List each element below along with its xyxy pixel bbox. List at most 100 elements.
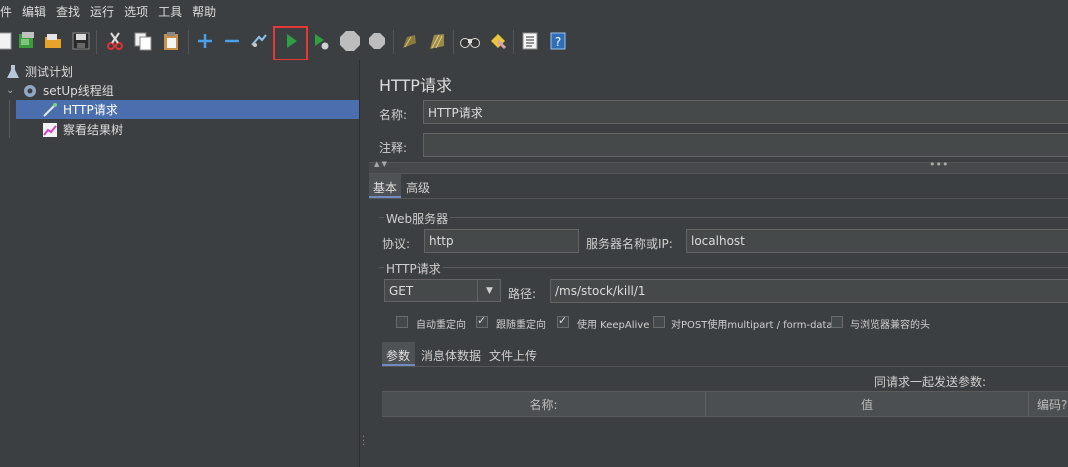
menu-search[interactable]: 查找 [51, 0, 85, 24]
tree-item-setup-thread-group[interactable]: ⌄ setUp线程组 [6, 81, 114, 100]
subtab-parameters[interactable]: 参数 [382, 342, 415, 366]
browser-compatible-headers-label: 与浏览器兼容的头 [850, 320, 930, 331]
keepalive-checkbox[interactable] [557, 314, 569, 328]
tree-item-label: setUp线程组 [43, 84, 114, 98]
gear-icon [22, 83, 38, 99]
multipart-checkbox[interactable] [653, 316, 665, 328]
browser-compatible-headers-checkbox[interactable] [831, 316, 843, 328]
tree-item-view-results-tree[interactable]: 察看结果树 [42, 120, 123, 139]
menu-run[interactable]: 运行 [85, 0, 119, 24]
method-dropdown-button[interactable]: ▼ [477, 279, 501, 302]
subtab-body-data-label: 消息体数据 [421, 349, 482, 363]
menu-options[interactable]: 选项 [119, 0, 153, 24]
auto-redirect-label: 自动重定向 [416, 320, 466, 331]
toolbar-separator [513, 30, 514, 54]
subtab-underline [382, 366, 1068, 367]
toolbar: ? [0, 24, 1068, 61]
toolbar-separator [188, 30, 189, 54]
name-label: 名称: [379, 108, 408, 122]
method-value: GET [389, 283, 414, 298]
clear-icon[interactable] [398, 30, 420, 52]
menu-file[interactable]: 件 [0, 0, 17, 24]
templates-icon[interactable] [16, 30, 38, 52]
tab-advanced[interactable]: 高级 [401, 174, 433, 198]
menu-bar: 件 编辑 查找 运行 选项 工具 帮助 [0, 0, 1068, 24]
server-value: localhost [691, 234, 745, 248]
path-input[interactable]: /ms/stock/kill/1 [550, 279, 1068, 303]
cut-icon[interactable] [104, 30, 126, 52]
chevron-down-icon[interactable]: ⌄ [6, 85, 18, 96]
menu-tools[interactable]: 工具 [153, 0, 187, 24]
send-params-label: 同请求一起发送参数: [874, 375, 987, 389]
follow-redirects-checkbox[interactable] [476, 314, 488, 328]
params-table-header: 名称: 值 编码? [382, 391, 1068, 417]
http-request-group [379, 267, 1068, 268]
help-icon[interactable]: ? [547, 30, 569, 52]
new-icon[interactable] [0, 30, 16, 52]
tab-underline [369, 198, 1068, 199]
search-icon[interactable] [459, 30, 481, 52]
name-value: HTTP请求 [428, 105, 483, 120]
pipette-icon [42, 102, 58, 118]
path-value: /ms/stock/kill/1 [555, 284, 646, 298]
tree-item-label: 测试计划 [25, 65, 74, 79]
start-icon[interactable] [280, 30, 302, 52]
expand-icon[interactable] [194, 30, 216, 52]
svg-text:?: ? [555, 35, 561, 49]
start-no-pauses-icon[interactable] [310, 30, 332, 52]
function-helper-icon[interactable] [519, 30, 541, 52]
chevron-down-icon: ▼ [486, 285, 493, 296]
stop-icon[interactable] [337, 30, 363, 52]
flask-icon [6, 64, 20, 80]
column-header-name-label: 名称: [529, 397, 558, 412]
clear-all-icon[interactable] [426, 30, 448, 52]
more-icon[interactable]: ••• [929, 158, 948, 171]
column-header-value-label: 值 [860, 397, 873, 412]
protocol-label: 协议: [382, 237, 411, 251]
column-header-encode[interactable]: 编码? [1029, 392, 1068, 416]
keepalive-label: 使用 KeepAlive [577, 320, 650, 331]
shutdown-icon[interactable] [366, 30, 388, 52]
toolbar-separator [96, 30, 97, 54]
toolbar-separator [453, 30, 454, 54]
http-request-panel: HTTP请求 名称: HTTP请求 注释: ▲ ▼ ••• 基本 高级 Web服… [369, 60, 1068, 467]
name-input[interactable]: HTTP请求 [423, 100, 1068, 124]
collapse-bar[interactable]: ▲ ▼ ••• [369, 158, 1068, 174]
collapse-arrows-icon[interactable]: ▲ ▼ [374, 160, 387, 168]
tree-item-http-request[interactable]: HTTP请求 [16, 100, 359, 119]
open-icon[interactable] [42, 30, 64, 52]
subtab-file-upload[interactable]: 文件上传 [485, 342, 543, 366]
follow-redirects-label: 跟随重定向 [496, 320, 546, 331]
menu-help[interactable]: 帮助 [187, 0, 221, 24]
tab-basic[interactable]: 基本 [369, 174, 401, 198]
tree-item-test-plan[interactable]: 测试计划 [6, 62, 73, 81]
server-label: 服务器名称或IP: [586, 237, 673, 251]
test-plan-tree: 测试计划 ⌄ setUp线程组 HTTP请求 察看结果树 [0, 60, 359, 467]
follow-redirect-auto-checkbox[interactable] [396, 316, 408, 328]
column-header-name[interactable]: 名称: [382, 392, 706, 416]
column-header-value[interactable]: 值 [706, 392, 1029, 416]
subtab-body-data[interactable]: 消息体数据 [417, 342, 483, 366]
tree-item-label: 察看结果树 [63, 123, 124, 137]
copy-icon[interactable] [132, 30, 154, 52]
tab-advanced-label: 高级 [406, 181, 431, 195]
comment-label: 注释: [379, 141, 408, 155]
comment-input[interactable] [423, 133, 1068, 157]
collapse-icon[interactable] [221, 30, 243, 52]
server-input[interactable]: localhost [686, 229, 1068, 253]
web-server-group [379, 217, 1068, 218]
reset-search-icon[interactable] [487, 30, 509, 52]
menu-edit[interactable]: 编辑 [17, 0, 51, 24]
multipart-label: 对POST使用multipart / form-data [671, 320, 833, 331]
panel-title: HTTP请求 [379, 76, 452, 95]
protocol-input[interactable]: http [424, 229, 579, 253]
save-icon[interactable] [70, 30, 92, 52]
subtab-file-upload-label: 文件上传 [489, 349, 538, 363]
path-label: 路径: [508, 287, 537, 301]
toolbar-separator [393, 30, 394, 54]
paste-icon[interactable] [160, 30, 182, 52]
toggle-icon[interactable] [248, 30, 270, 52]
protocol-value: http [429, 234, 454, 248]
column-header-encode-label: 编码? [1037, 397, 1068, 412]
http-request-group-title: HTTP请求 [384, 260, 443, 277]
